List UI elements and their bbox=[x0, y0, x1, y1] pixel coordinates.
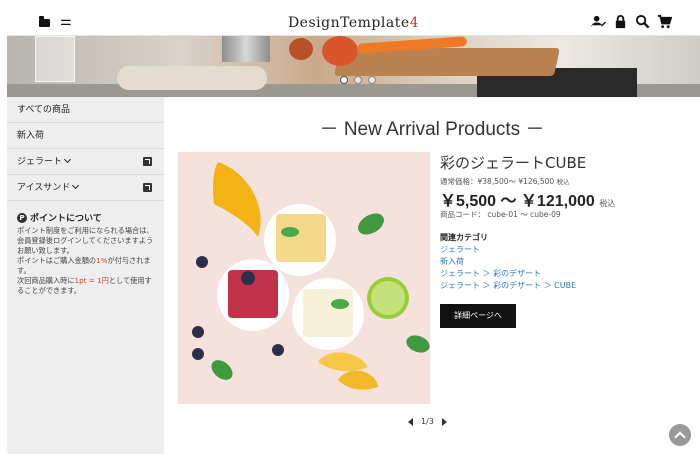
product-code: 商品コード： cube-01 ～ cube-09 bbox=[440, 210, 561, 219]
sale-price-value: ￥5,500 ～ ￥121,000 bbox=[440, 193, 595, 210]
lock-icon[interactable] bbox=[613, 14, 628, 29]
category-link-dessert[interactable]: ジェラート ＞ 彩のデザート bbox=[440, 268, 576, 280]
sidebar-item-ice-sandwich[interactable]: アイスサンド bbox=[7, 175, 164, 201]
normal-price-value: 通常価格：¥38,500～ ¥126,500 bbox=[440, 177, 555, 186]
point-line-1: ポイント制度をご利用になられる場合は、会員登録後ログインしてくださいますようお願… bbox=[17, 226, 154, 255]
hero-cloth bbox=[117, 66, 267, 90]
next-arrow-icon[interactable] bbox=[441, 417, 447, 426]
product-image[interactable] bbox=[178, 152, 430, 404]
sidebar-item-label: すべての商品 bbox=[17, 105, 71, 115]
sidebar-item-label: ジェラート bbox=[17, 157, 63, 167]
sidebar: すべての商品 新入荷 ジェラート アイスサンド P ポイントについて ポイント制… bbox=[7, 97, 164, 454]
detail-page-button[interactable]: 詳細ページへ bbox=[440, 304, 516, 328]
point-line-2-rate: 1% bbox=[96, 256, 108, 265]
sale-price: ￥5,500 ～ ￥121,000 税込 bbox=[440, 187, 615, 211]
gelato-illustration bbox=[178, 152, 430, 404]
slider-dot-2[interactable] bbox=[354, 76, 362, 84]
sale-price-tax: 税込 bbox=[599, 199, 616, 208]
sidebar-item-all-products[interactable]: すべての商品 bbox=[7, 97, 164, 123]
page-title: － New Arrival Products － bbox=[319, 119, 545, 140]
sidebar-item-label: アイスサンド bbox=[17, 183, 71, 193]
slider-dot-1[interactable] bbox=[340, 76, 348, 84]
hero-tomato bbox=[322, 36, 358, 66]
sidebar-item-new-arrivals[interactable]: 新入荷 bbox=[7, 123, 164, 149]
point-icon: P bbox=[17, 212, 27, 223]
site-header: ⚌ DesignTemplate4 bbox=[7, 10, 700, 36]
point-line-2-pre: ポイントはご購入金額の bbox=[17, 256, 97, 265]
hero-onion bbox=[289, 38, 313, 60]
category-link-new[interactable]: 新入荷 bbox=[440, 256, 576, 268]
point-line-3-pre: 次回商品購入時に bbox=[17, 276, 75, 285]
point-line-3-rate: 1pt = 1円 bbox=[74, 276, 109, 285]
category-link-gelato[interactable]: ジェラート bbox=[440, 244, 576, 256]
chevron-down-icon bbox=[72, 181, 80, 190]
sidebar-item-gelato[interactable]: ジェラート bbox=[7, 149, 164, 175]
pager: 1/3 bbox=[408, 417, 447, 426]
logo-text: DesignTemplate bbox=[287, 15, 410, 31]
category-link-cube[interactable]: ジェラート ＞ 彩のデザート ＞ CUBE bbox=[440, 280, 576, 292]
external-link-icon[interactable] bbox=[143, 157, 152, 166]
related-category-heading: 関連カテゴリ bbox=[440, 233, 488, 242]
hero-slider[interactable] bbox=[7, 36, 700, 97]
related-category-list: ジェラート 新入荷 ジェラート ＞ 彩のデザート ジェラート ＞ 彩のデザート … bbox=[440, 244, 576, 292]
search-icon[interactable] bbox=[635, 14, 650, 29]
user-edit-icon[interactable] bbox=[591, 14, 606, 29]
normal-price-tax: 税込 bbox=[556, 178, 570, 186]
normal-price: 通常価格：¥38,500～ ¥126,500 税込 bbox=[440, 176, 570, 187]
slider-dots bbox=[340, 76, 376, 84]
scroll-to-top-button[interactable] bbox=[669, 424, 691, 446]
point-text: ポイント制度をご利用になられる場合は、会員登録後ログインしてくださいますようお願… bbox=[17, 226, 154, 296]
hero-glass bbox=[35, 36, 75, 82]
slider-dot-3[interactable] bbox=[368, 76, 376, 84]
logo-number: 4 bbox=[409, 15, 420, 31]
chevron-down-icon bbox=[63, 155, 72, 164]
point-title-text: ポイントについて bbox=[30, 214, 102, 224]
hero-can bbox=[222, 36, 270, 62]
point-title: P ポイントについて bbox=[17, 211, 154, 224]
pager-text: 1/3 bbox=[421, 417, 434, 426]
prev-arrow-icon[interactable] bbox=[408, 417, 413, 426]
point-info: P ポイントについて ポイント制度をご利用になられる場合は、会員登録後ログインし… bbox=[7, 201, 164, 296]
header-right-icons bbox=[591, 14, 672, 29]
cart-icon[interactable] bbox=[657, 14, 672, 29]
sidebar-item-label: 新入荷 bbox=[17, 131, 45, 141]
product-name[interactable]: 彩のジェラートCUBE bbox=[440, 152, 586, 173]
external-link-icon[interactable] bbox=[143, 183, 152, 192]
